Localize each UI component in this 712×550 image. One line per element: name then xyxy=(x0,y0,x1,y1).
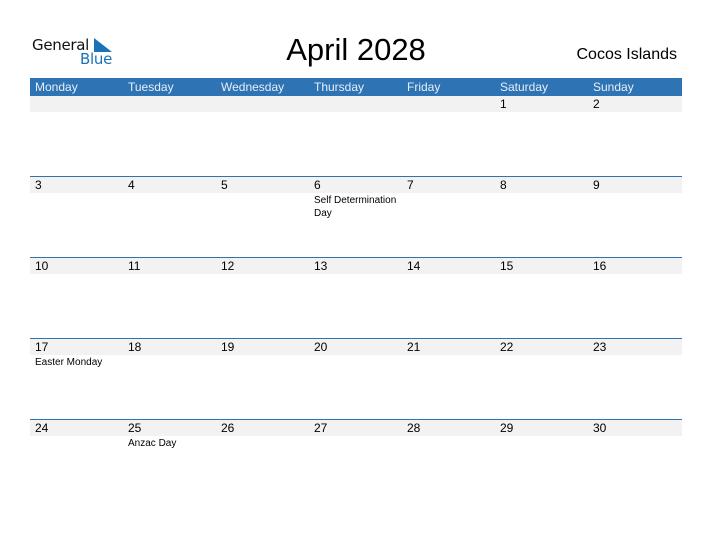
day-cell: 1 xyxy=(495,96,588,177)
week-row: 12 xyxy=(30,96,682,177)
day-cell: 21 xyxy=(402,339,495,420)
day-cell: 6 Self Determination Day xyxy=(309,177,402,258)
day-cell: 22 xyxy=(495,339,588,420)
day-number: 20 xyxy=(314,340,328,354)
day-cell: 9 xyxy=(588,177,681,258)
weekday-sunday: Sunday xyxy=(593,80,634,94)
day-cell: 4 xyxy=(123,177,216,258)
day-cell: 16 xyxy=(588,258,681,339)
day-number: 17 xyxy=(35,340,49,354)
day-number: 8 xyxy=(500,178,507,192)
day-cell: 15 xyxy=(495,258,588,339)
day-cell: 11 xyxy=(123,258,216,339)
day-cell: 2 xyxy=(588,96,681,177)
day-number: 11 xyxy=(128,259,141,273)
day-cell: 26 xyxy=(216,420,309,501)
weekday-thursday: Thursday xyxy=(314,80,365,94)
day-cell: 10 xyxy=(30,258,123,339)
day-cell: 18 xyxy=(123,339,216,420)
day-number: 9 xyxy=(593,178,600,192)
day-number: 26 xyxy=(221,421,235,435)
week-row: 3 4 5 6 Self Determination Day 7 8 9 xyxy=(30,176,682,258)
day-cell: 14 xyxy=(402,258,495,339)
week-row: 10 11 12 13 14 15 16 xyxy=(30,257,682,339)
day-number: 30 xyxy=(593,421,607,435)
day-number: 15 xyxy=(500,259,514,273)
day-number: 1 xyxy=(500,97,507,111)
weekday-wednesday: Wednesday xyxy=(221,80,285,94)
day-cell: 8 xyxy=(495,177,588,258)
day-cell: 13 xyxy=(309,258,402,339)
day-cell: 24 xyxy=(30,420,123,501)
weekday-saturday: Saturday xyxy=(500,80,549,94)
day-number: 16 xyxy=(593,259,607,273)
day-number: 25 xyxy=(128,421,142,435)
day-number: 22 xyxy=(500,340,514,354)
day-number: 12 xyxy=(221,259,235,273)
week-row: 17 Easter Monday 18 19 20 21 22 23 xyxy=(30,338,682,420)
weekday-monday: Monday xyxy=(35,80,78,94)
day-cell xyxy=(402,96,495,177)
day-number: 28 xyxy=(407,421,421,435)
day-cell xyxy=(216,96,309,177)
day-number: 7 xyxy=(407,178,414,192)
day-cell: 29 xyxy=(495,420,588,501)
day-cell: 7 xyxy=(402,177,495,258)
day-cell xyxy=(309,96,402,177)
day-number: 5 xyxy=(221,178,228,192)
day-number: 14 xyxy=(407,259,421,273)
day-number: 18 xyxy=(128,340,142,354)
day-cell xyxy=(123,96,216,177)
day-cell: 19 xyxy=(216,339,309,420)
day-cell: 28 xyxy=(402,420,495,501)
day-cell: 23 xyxy=(588,339,681,420)
weekday-header: Monday Tuesday Wednesday Thursday Friday Satu… xyxy=(30,78,682,96)
holiday-label: Self Determination Day xyxy=(314,195,397,219)
day-cell: 17 Easter Monday xyxy=(30,339,123,420)
day-number: 2 xyxy=(593,97,600,111)
holiday-label: Anzac Day xyxy=(128,438,177,449)
day-cell: 30 xyxy=(588,420,681,501)
weekday-tuesday: Tuesday xyxy=(128,80,174,94)
day-cell: 27 xyxy=(309,420,402,501)
weekday-friday: Friday xyxy=(407,80,441,94)
day-number: 27 xyxy=(314,421,328,435)
day-cell xyxy=(30,96,123,177)
day-number: 6 xyxy=(314,178,321,192)
day-number: 21 xyxy=(407,340,421,354)
country-label: Cocos Islands xyxy=(576,46,678,63)
day-cell: 5 xyxy=(216,177,309,258)
day-number: 23 xyxy=(593,340,607,354)
day-cell: 3 xyxy=(30,177,123,258)
day-cell: 20 xyxy=(309,339,402,420)
day-cell: 12 xyxy=(216,258,309,339)
day-number: 19 xyxy=(221,340,235,354)
day-number: 29 xyxy=(500,421,514,435)
day-number: 3 xyxy=(35,178,42,192)
week-row: 24 25 Anzac Day 26 27 28 29 30 xyxy=(30,419,682,501)
day-number: 4 xyxy=(128,178,135,192)
holiday-label: Easter Monday xyxy=(35,357,103,368)
day-number: 10 xyxy=(35,259,49,273)
day-cell: 25 Anzac Day xyxy=(123,420,216,501)
day-number: 24 xyxy=(35,421,49,435)
day-number: 13 xyxy=(314,259,328,273)
